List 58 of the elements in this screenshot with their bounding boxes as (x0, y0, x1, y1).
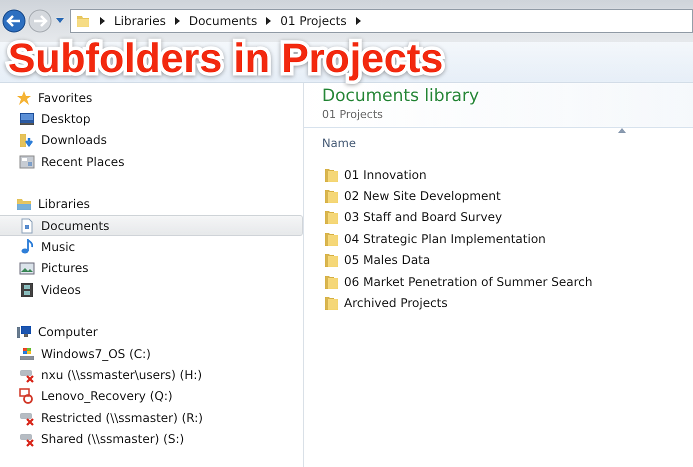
folder-item[interactable]: Archived Projects (324, 292, 693, 314)
folder-item[interactable]: 05 Males Data (324, 250, 693, 271)
nav-group-header[interactable]: Computer (0, 322, 303, 343)
nav-item[interactable]: Windows7_OS (C:) (0, 342, 303, 364)
chevron-icon (356, 17, 361, 25)
folder-icon (324, 252, 340, 268)
folder-icon (324, 295, 340, 312)
picture-icon (19, 260, 35, 276)
library-icon (16, 196, 32, 212)
nav-item[interactable]: Downloads (0, 130, 303, 152)
document-icon (19, 218, 35, 234)
library-title: Documents library (322, 86, 480, 106)
library-subtitle: 01 Projects (322, 108, 384, 121)
nav-item[interactable]: Videos (0, 279, 303, 301)
chevron-icon (266, 17, 272, 25)
disconnected-drive-icon (19, 431, 35, 448)
folder-icon (75, 13, 91, 29)
nav-item[interactable]: Music (0, 236, 303, 258)
folder-icon (324, 274, 340, 290)
folder-icon (324, 166, 340, 183)
column-header[interactable]: Name (322, 136, 356, 150)
nav-group-header[interactable]: Libraries (0, 194, 303, 215)
folder-icon (324, 188, 340, 204)
chevron-icon (174, 17, 180, 25)
nav-group-header[interactable]: Favorites (0, 87, 303, 108)
monitor-icon (19, 111, 35, 128)
folder-item[interactable]: 06 Market Penetration of Summer Search (324, 270, 693, 292)
nav-item[interactable]: Documents (0, 214, 303, 236)
folder-item[interactable]: 02 New Site Development (324, 185, 693, 207)
star-icon (16, 90, 32, 106)
back-button[interactable] (2, 9, 26, 33)
folder-icon (324, 209, 340, 226)
dropdown-icon[interactable] (56, 18, 64, 24)
nav-item[interactable]: Pictures (0, 258, 303, 280)
folder-item[interactable]: 04 Strategic Plan Implementation (324, 228, 693, 250)
breadcrumb[interactable]: Libraries (114, 14, 166, 28)
nav-item[interactable]: Recent Places (0, 151, 303, 173)
nav-item[interactable]: nxu (\\ssmaster\users) (H:) (0, 364, 303, 386)
address-bar[interactable]: Libraries Documents 01 Projects (70, 9, 693, 33)
recent-places-icon (19, 154, 35, 170)
recovery-drive-icon (19, 388, 35, 404)
folder-item[interactable]: 03 Staff and Board Survey (324, 206, 693, 228)
folder-item[interactable]: 01 Innovation (324, 164, 693, 186)
nav-item[interactable]: Lenovo_Recovery (Q:) (0, 386, 303, 408)
folder-icon (324, 230, 340, 247)
breadcrumb[interactable]: 01 Projects (280, 14, 347, 28)
breadcrumb[interactable]: Documents (188, 14, 258, 28)
sort-arrow-icon (618, 128, 626, 133)
computer-icon (16, 324, 32, 340)
film-icon (19, 282, 35, 298)
chevron-icon (100, 17, 105, 25)
caption-overlay: Subfolders in Projects (8, 38, 444, 78)
nav-item[interactable]: Shared (\\ssmaster) (S:) (0, 428, 303, 450)
nav-item[interactable]: Restricted (\\ssmaster) (R:) (0, 407, 303, 428)
download-folder-icon (19, 132, 35, 148)
nav-item[interactable]: Desktop (0, 108, 303, 130)
music-note-icon (19, 239, 35, 256)
system-drive-icon (19, 346, 35, 362)
